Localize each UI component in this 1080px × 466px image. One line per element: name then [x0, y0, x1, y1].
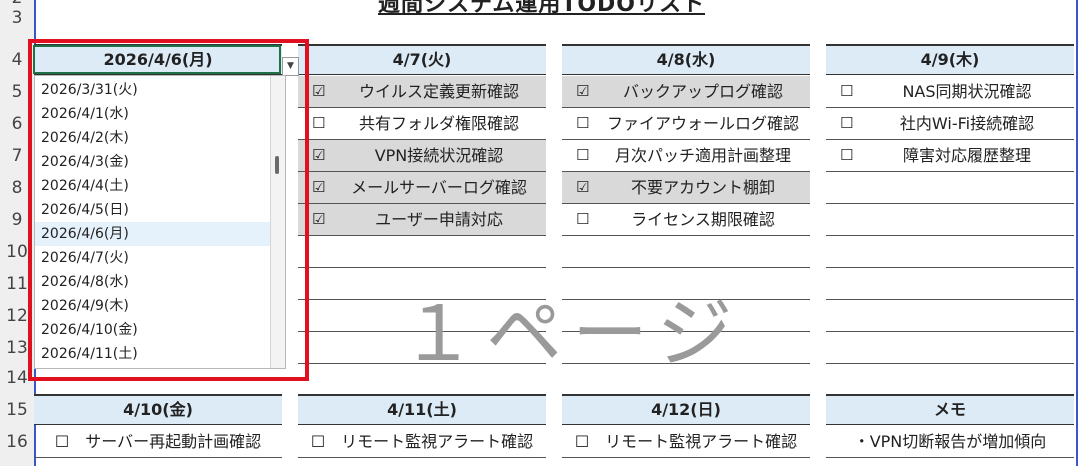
task-label: バックアップログ確認 — [622, 82, 783, 101]
task-label: 不要アカウント棚卸 — [630, 178, 775, 197]
row-number[interactable]: 6 — [0, 114, 34, 134]
task-row[interactable]: ☐ リモート監視アラート確認 — [298, 426, 546, 458]
task-label: 社内Wi-Fi接続確認 — [899, 114, 1035, 133]
task-row[interactable]: ☐ リモート監視アラート確認 — [562, 426, 810, 458]
row-number[interactable]: 9 — [0, 210, 34, 230]
row-number[interactable]: 10 — [0, 242, 34, 262]
checked-checkbox-icon[interactable]: ☑ — [312, 204, 325, 235]
day-header-week2-3[interactable]: メモ — [826, 394, 1074, 425]
day-header-week2-1[interactable]: 4/11(土) — [298, 394, 546, 425]
row-number[interactable]: 11 — [0, 274, 34, 294]
empty-task-cell[interactable] — [826, 332, 1074, 364]
task-label: ☐ リモート監視アラート確認 — [574, 432, 798, 451]
dropdown-option[interactable]: 2026/4/4(土) — [35, 174, 283, 198]
task-label: ・VPN切断報告が増加傾向 — [853, 432, 1047, 451]
task-row[interactable]: ☐ 共有フォルダ権限確認 — [298, 108, 546, 140]
empty-task-cell[interactable] — [826, 300, 1074, 332]
row-number[interactable]: 7 — [0, 146, 34, 166]
task-row[interactable]: ☑ ウイルス定義更新確認 — [298, 76, 546, 108]
dropdown-scrollbar[interactable] — [270, 76, 285, 368]
unchecked-checkbox-icon[interactable]: ☐ — [576, 140, 589, 171]
empty-task-cell[interactable] — [298, 236, 546, 268]
page-break-right — [1076, 0, 1078, 466]
dropdown-arrow-icon[interactable]: ▼ — [282, 57, 299, 76]
row-number[interactable]: 4 — [0, 50, 34, 70]
task-row[interactable]: ☑ ユーザー申請対応 — [298, 204, 546, 236]
empty-task-cell[interactable] — [826, 204, 1074, 236]
day-header-week2-0[interactable]: 4/10(金) — [34, 394, 282, 425]
dropdown-option[interactable]: 2026/4/1(水) — [35, 102, 283, 126]
row-number[interactable]: 8 — [0, 178, 34, 198]
unchecked-checkbox-icon[interactable]: ☐ — [312, 108, 325, 139]
unchecked-checkbox-icon[interactable]: ☐ — [840, 108, 853, 139]
dropdown-option[interactable]: 2026/4/7(火) — [35, 246, 283, 270]
row-number[interactable]: 12 — [0, 306, 34, 326]
empty-task-cell[interactable] — [826, 172, 1074, 204]
active-cell-selector[interactable] — [33, 45, 281, 74]
dropdown-option[interactable]: 2026/3/31(火) — [35, 78, 283, 102]
day-header-week2-2[interactable]: 4/12(日) — [562, 394, 810, 425]
task-label: ☐ リモート監視アラート確認 — [310, 432, 534, 451]
checked-checkbox-icon[interactable]: ☑ — [576, 76, 589, 107]
checked-checkbox-icon[interactable]: ☑ — [312, 140, 325, 171]
empty-task-cell[interactable] — [562, 236, 810, 268]
task-label: NAS同期状況確認 — [902, 82, 1032, 101]
checked-checkbox-icon[interactable]: ☑ — [312, 172, 325, 203]
task-label: ☐ サーバー再起動計画確認 — [54, 432, 262, 451]
row-number[interactable]: 15 — [0, 400, 34, 420]
task-row[interactable]: ☑ VPN接続状況確認 — [298, 140, 546, 172]
unchecked-checkbox-icon[interactable]: ☐ — [576, 204, 589, 235]
task-row[interactable]: ☐ NAS同期状況確認 — [826, 76, 1074, 108]
day-header-2[interactable]: 4/8(水) — [562, 44, 810, 75]
checked-checkbox-icon[interactable]: ☑ — [576, 172, 589, 203]
row-number[interactable]: 13 — [0, 338, 34, 358]
task-label: 月次パッチ適用計画整理 — [614, 146, 791, 165]
task-row[interactable]: ☐ ライセンス期限確認 — [562, 204, 810, 236]
date-dropdown-list[interactable]: 2026/3/31(火) 2026/4/1(水) 2026/4/2(木) 2026/4… — [34, 75, 286, 369]
task-row[interactable]: ☑ バックアップログ確認 — [562, 76, 810, 108]
task-label: ライセンス期限確認 — [631, 210, 775, 229]
checked-checkbox-icon[interactable]: ☑ — [312, 76, 325, 107]
sheet-title: 週間システム運用TODOリスト — [378, 0, 706, 17]
dropdown-option[interactable]: 2026/4/11(土) — [35, 342, 283, 366]
page-watermark: １ページ — [400, 289, 743, 378]
task-label: メールサーバーログ確認 — [351, 178, 527, 197]
dropdown-option[interactable]: 2026/4/8(水) — [35, 270, 283, 294]
task-label: ウイルス定義更新確認 — [358, 82, 519, 101]
row-number[interactable]: 3 — [0, 8, 34, 28]
dropdown-option[interactable]: 2026/4/2(木) — [35, 126, 283, 150]
dropdown-option[interactable]: 2026/4/6(月) — [35, 222, 283, 246]
dropdown-option[interactable]: 2026/4/10(金) — [35, 318, 283, 342]
day-header-1[interactable]: 4/7(火) — [298, 44, 546, 75]
task-label: 共有フォルダ権限確認 — [358, 114, 519, 133]
dropdown-option[interactable]: 2026/4/9(木) — [35, 294, 283, 318]
unchecked-checkbox-icon[interactable]: ☐ — [840, 140, 853, 171]
unchecked-checkbox-icon[interactable]: ☐ — [576, 108, 589, 139]
task-row[interactable]: ☑ 不要アカウント棚卸 — [562, 172, 810, 204]
task-label: ユーザー申請対応 — [375, 210, 503, 229]
task-row[interactable]: ☐ 障害対応履歴整理 — [826, 140, 1074, 172]
row-number[interactable]: 14 — [0, 368, 34, 388]
empty-task-cell[interactable] — [826, 268, 1074, 300]
task-row[interactable]: ☑ メールサーバーログ確認 — [298, 172, 546, 204]
task-label: ファイアウォールログ確認 — [606, 114, 799, 133]
task-row[interactable]: ☐ 社内Wi-Fi接続確認 — [826, 108, 1074, 140]
task-label: 障害対応履歴整理 — [902, 146, 1031, 165]
dropdown-option[interactable]: 2026/4/5(日) — [35, 198, 283, 222]
day-header-3[interactable]: 4/9(木) — [826, 44, 1074, 75]
task-row[interactable]: ☐ サーバー再起動計画確認 — [34, 426, 282, 458]
empty-task-cell[interactable] — [826, 236, 1074, 268]
row-number[interactable]: 5 — [0, 82, 34, 102]
dropdown-option[interactable]: 2026/4/3(金) — [35, 150, 283, 174]
row-number[interactable]: 16 — [0, 432, 34, 452]
task-row[interactable]: ☐ ファイアウォールログ確認 — [562, 108, 810, 140]
task-row[interactable]: ・VPN切断報告が増加傾向 — [826, 426, 1074, 458]
task-row[interactable]: ☐ 月次パッチ適用計画整理 — [562, 140, 810, 172]
dropdown-scroll-thumb[interactable] — [275, 156, 279, 174]
row-number[interactable]: 2 — [0, 0, 34, 8]
task-label: VPN接続状況確認 — [374, 146, 504, 165]
unchecked-checkbox-icon[interactable]: ☐ — [840, 76, 853, 107]
